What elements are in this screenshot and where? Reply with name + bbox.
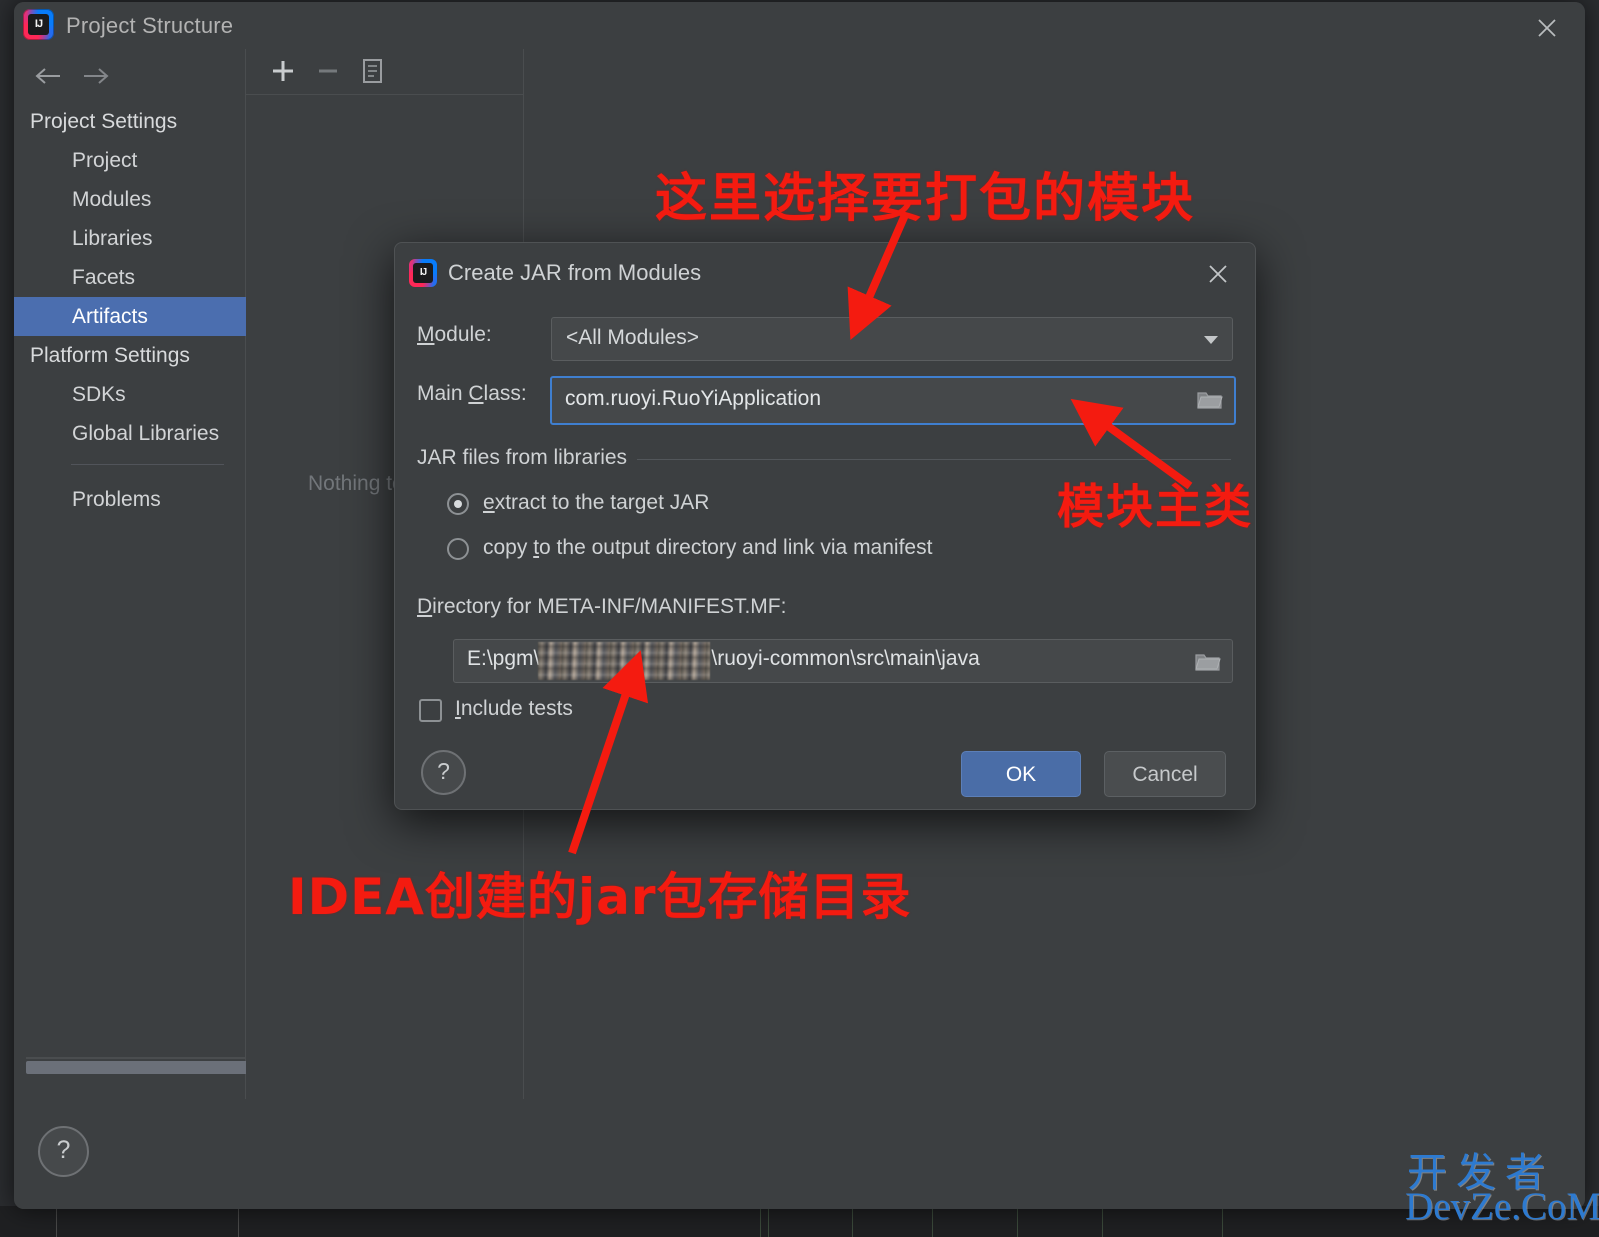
plus-icon[interactable] — [266, 55, 300, 87]
checkbox-unchecked-icon — [419, 699, 442, 722]
close-icon[interactable] — [1527, 8, 1567, 46]
annotation-module-note: 这里选择要打包的模块 — [655, 169, 1196, 229]
arrow-left-icon[interactable] — [32, 61, 66, 91]
radio-extract-label: extract to the target JAR — [483, 491, 709, 515]
main-class-value: com.ruoyi.RuoYiApplication — [565, 387, 822, 410]
annotation-jar-dir-note: IDEA创建的jar包存储目录 — [288, 868, 912, 926]
arrow-right-icon[interactable] — [78, 61, 112, 91]
background-status-bar — [0, 1206, 1599, 1237]
main-class-label-prefix: Main — [417, 382, 469, 405]
sidebar-scrollbar-track — [26, 1057, 254, 1059]
artifacts-toolbar — [246, 49, 524, 95]
main-class-input[interactable]: com.ruoyi.RuoYiApplication — [550, 376, 1236, 425]
dialog-cancel-button[interactable]: Cancel — [1104, 751, 1226, 797]
radio-copy-rest: o the output directory and link via mani… — [539, 536, 933, 559]
main-class-label-mnemonic: C — [468, 382, 484, 405]
module-dropdown[interactable]: <All Modules> — [551, 317, 1233, 361]
close-icon[interactable] — [1201, 257, 1235, 289]
module-label: Module: — [417, 323, 492, 347]
radio-button-selected-icon — [447, 493, 469, 515]
settings-sidebar: Project Settings Project Modules Librari… — [14, 49, 303, 1099]
intellij-idea-logo-icon — [409, 259, 437, 287]
include-tests-rest: nclude tests — [460, 697, 573, 720]
folder-browse-icon[interactable] — [1196, 388, 1224, 411]
manifest-path-start: E:\pgm\ — [467, 647, 540, 670]
manifest-label-mnemonic: D — [417, 595, 433, 618]
manifest-directory-label: Directory for META-INF/MANIFEST.MF: — [417, 595, 786, 619]
manifest-directory-input[interactable]: E:\pgm\ \ruoyi-common\src\main\java — [453, 639, 1233, 683]
dialog-help-button[interactable]: ? — [421, 750, 466, 795]
annotation-main-class-note: 模块主类 — [1057, 480, 1253, 535]
help-button[interactable]: ? — [38, 1126, 89, 1177]
jar-files-section-title: JAR files from libraries — [417, 446, 638, 470]
manifest-label-rest: irectory for META-INF/MANIFEST.MF: — [432, 595, 787, 618]
minus-icon[interactable] — [311, 55, 345, 87]
sidebar-group-project-settings: Project Settings — [30, 110, 178, 133]
module-dropdown-value: <All Modules> — [566, 326, 700, 349]
radio-copy-prefix: copy — [483, 536, 534, 559]
dialog-titlebar: Create JAR from Modules — [395, 243, 1255, 303]
page-title: Project Structure — [66, 13, 234, 38]
dialog-ok-button[interactable]: OK — [961, 751, 1081, 797]
module-label-mnemonic: M — [417, 323, 435, 346]
window-button-bar: ? OK Cancel Apply — [14, 1099, 1585, 1209]
sidebar-group-platform-settings: Platform Settings — [30, 344, 190, 367]
main-class-label: Main Class: — [417, 382, 527, 406]
dialog-title: Create JAR from Modules — [448, 260, 702, 285]
window-titlebar: Project Structure — [14, 2, 1585, 49]
intellij-idea-logo-icon — [23, 9, 54, 40]
empty-state-text: Nothing to — [308, 472, 404, 495]
folder-browse-icon[interactable] — [1194, 650, 1222, 673]
radio-extract-rest: xtract to the target JAR — [494, 491, 710, 514]
sidebar-horizontal-scrollbar[interactable] — [26, 1061, 254, 1074]
copy-icon[interactable] — [356, 55, 390, 87]
manifest-path-end: \ruoyi-common\src\main\java — [711, 647, 980, 670]
sidebar-navigation — [26, 53, 136, 97]
main-class-label-rest: lass: — [483, 382, 527, 405]
include-tests-label: Include tests — [455, 697, 573, 721]
radio-extract-mnemonic: e — [483, 491, 495, 514]
sidebar-divider — [71, 464, 224, 465]
radio-button-unselected-icon — [447, 538, 469, 560]
radio-copy-label: copy to the output directory and link vi… — [483, 536, 932, 560]
redacted-path-segment — [538, 642, 710, 680]
chevron-down-icon — [1204, 336, 1218, 344]
module-label-rest: odule: — [434, 323, 492, 346]
